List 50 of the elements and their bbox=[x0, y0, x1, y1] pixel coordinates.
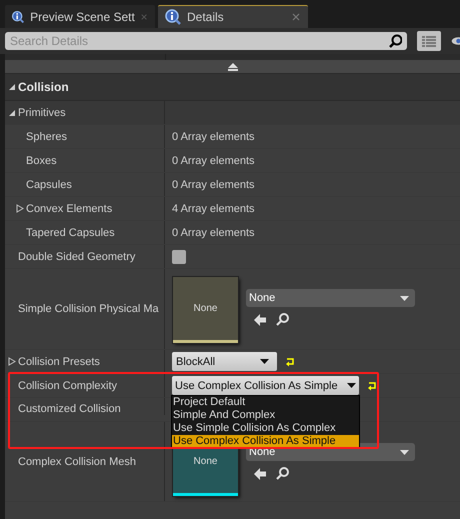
combo-box[interactable]: Use Complex Collision As Simple bbox=[172, 376, 359, 395]
dropdown-caret-icon bbox=[260, 359, 269, 364]
property-label: Collision Presets bbox=[18, 356, 100, 368]
menu-option[interactable]: Simple And Complex bbox=[172, 409, 359, 422]
checkbox[interactable] bbox=[172, 250, 186, 264]
browse-search-icon[interactable] bbox=[276, 467, 289, 480]
collapse-icon[interactable] bbox=[226, 62, 238, 70]
panel-tab[interactable]: Details bbox=[158, 5, 308, 28]
reset-icon[interactable] bbox=[285, 356, 295, 366]
dropdown-caret-icon bbox=[400, 296, 409, 300]
array-count: 0 Array elements bbox=[172, 154, 255, 166]
expanded-arrow-icon[interactable] bbox=[8, 108, 16, 116]
info-magnifier-icon bbox=[11, 9, 24, 25]
property-label: Capsules bbox=[26, 178, 72, 190]
property-label: Spheres bbox=[26, 130, 67, 142]
list-icon bbox=[422, 36, 436, 46]
dropdown-caret-icon bbox=[347, 383, 356, 388]
group-label: Primitives bbox=[18, 106, 66, 118]
array-count: 0 Array elements bbox=[172, 178, 255, 190]
thumbnail-label: None bbox=[194, 456, 218, 467]
info-magnifier-icon bbox=[164, 9, 181, 25]
use-selected-arrow-icon[interactable] bbox=[254, 314, 266, 326]
search-field[interactable]: Search Details bbox=[5, 32, 407, 50]
menu-option[interactable]: Project Default bbox=[172, 396, 359, 409]
asset-thumbnail[interactable]: None bbox=[173, 277, 238, 343]
panel-tab[interactable]: Preview Scene Sett bbox=[5, 5, 155, 28]
property-label: Simple Collision Physical Ma bbox=[18, 303, 159, 315]
use-selected-arrow-icon[interactable] bbox=[254, 468, 266, 480]
browse-search-icon[interactable] bbox=[276, 313, 289, 326]
asset-picker[interactable]: None bbox=[246, 289, 415, 307]
array-count: 0 Array elements bbox=[172, 226, 255, 238]
property-label: Convex Elements bbox=[26, 202, 112, 214]
menu-option[interactable]: Use Complex Collision As Simple bbox=[172, 435, 359, 448]
property-label: Customized Collision bbox=[18, 403, 121, 415]
array-count: 4 Array elements bbox=[172, 202, 255, 214]
property-label: Double Sided Geometry bbox=[18, 250, 136, 262]
property-label: Tapered Capsules bbox=[26, 226, 115, 238]
expanded-arrow-icon[interactable] bbox=[8, 83, 16, 91]
thumbnail-label: None bbox=[194, 303, 218, 314]
dropdown-caret-icon bbox=[400, 450, 409, 454]
reset-icon[interactable] bbox=[367, 380, 377, 390]
combo-box[interactable]: BlockAll bbox=[172, 352, 277, 371]
property-label: Boxes bbox=[26, 154, 57, 166]
collapsed-arrow-icon[interactable] bbox=[8, 357, 16, 366]
property-label: Complex Collision Mesh bbox=[18, 456, 136, 468]
category-header[interactable]: Collision bbox=[18, 80, 69, 94]
property-label: Collision Complexity bbox=[18, 380, 118, 392]
collapsed-arrow-icon[interactable] bbox=[16, 204, 24, 213]
array-count: 0 Array elements bbox=[172, 130, 255, 142]
close-icon[interactable] bbox=[292, 13, 300, 21]
